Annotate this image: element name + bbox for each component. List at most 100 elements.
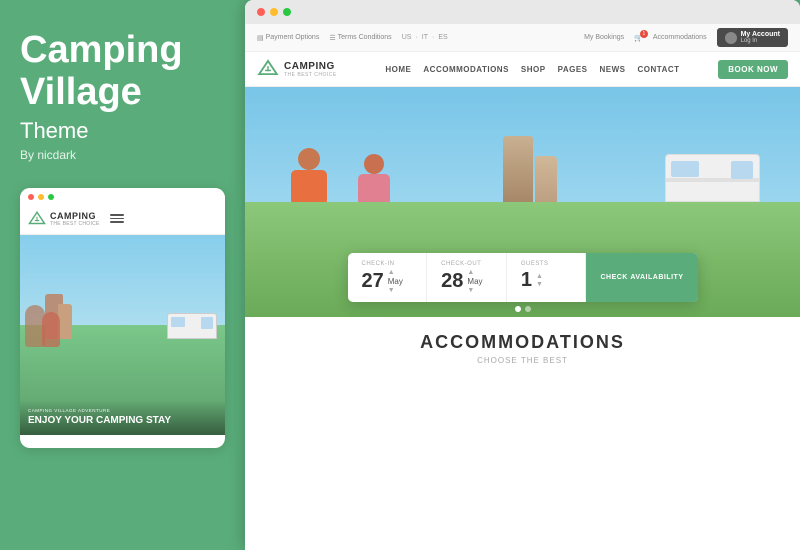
mobile-hero-big-text: ENJOY YOUR CAMPING STAY — [28, 415, 217, 427]
mobile-hamburger-icon[interactable] — [110, 214, 124, 223]
mobile-hero-overlay: CAMPING VILLAGE ADVENTURE ENJOY YOUR CAM… — [20, 400, 225, 435]
checkin-month-arrows: ▲ May ▼ — [388, 269, 403, 294]
mobile-camping-name: CAMPING — [50, 211, 100, 221]
lang-es[interactable]: ES — [438, 34, 447, 42]
my-account-button[interactable]: My Account Log In — [717, 28, 788, 47]
cart-badge: 1 — [640, 30, 648, 38]
checkin-value: 27 ▲ May ▼ — [362, 269, 413, 294]
mobile-nav: CAMPING THE BEST CHOICE — [20, 206, 225, 235]
topbar-right: My Bookings 🛒 1 Accommodations My Accoun… — [584, 28, 788, 47]
rv-stripe — [666, 178, 759, 182]
checkout-day: 28 — [441, 270, 463, 293]
book-now-button[interactable]: BOOK NOW — [718, 60, 788, 79]
brand-theme: Theme — [20, 118, 225, 144]
mobile-camping-text: CAMPING THE BEST CHOICE — [50, 211, 100, 227]
topbar-left: ▤ Payment Options ☰ Terms Conditions US … — [257, 34, 448, 42]
guests-field[interactable]: GUESTS 1 ▲ ▼ — [507, 253, 587, 302]
topbar-payment[interactable]: ▤ Payment Options — [257, 34, 319, 42]
checkin-arrow-down[interactable]: ▼ — [388, 287, 403, 294]
topbar-langs: US · IT · ES — [402, 34, 448, 42]
checkout-month-arrows: ▲ May ▼ — [467, 269, 482, 294]
nav-link-shop[interactable]: SHOP — [521, 65, 546, 74]
payment-icon: ▤ — [257, 34, 264, 42]
nav-link-news[interactable]: NEWS — [600, 65, 626, 74]
mobile-dot-red — [28, 194, 34, 200]
browser-window: ▤ Payment Options ☰ Terms Conditions US … — [245, 0, 800, 550]
guests-arrows: ▲ ▼ — [536, 273, 543, 288]
website-nav: CAMPING THE BEST CHOICE HOME ACCOMMODATI… — [245, 52, 800, 87]
guests-value: 1 ▲ ▼ — [521, 269, 572, 292]
brand-title: Camping Village Theme By nicdark — [20, 30, 225, 162]
browser-dot-green[interactable] — [283, 8, 291, 16]
checkout-arrow-down[interactable]: ▼ — [467, 287, 482, 294]
nav-logo-name: CAMPING — [284, 61, 337, 72]
nav-link-pages[interactable]: PAGES — [558, 65, 588, 74]
mobile-logo-icon — [28, 210, 46, 228]
hero-section: CHECK-IN 27 ▲ May ▼ CHECK-OUT 28 ▲ — [245, 87, 800, 317]
mobile-top-bar — [20, 188, 225, 206]
rv-wheel-rear — [726, 206, 738, 218]
checkin-field[interactable]: CHECK-IN 27 ▲ May ▼ — [348, 253, 428, 302]
guests-arrow-down[interactable]: ▼ — [536, 281, 543, 288]
checkout-month: May — [467, 277, 482, 286]
left-panel: Camping Village Theme By nicdark CAMPING — [0, 0, 245, 550]
hero-dot-1[interactable] — [515, 306, 521, 312]
accommodations-title: ACCOMMODATIONS — [265, 332, 780, 353]
accommodations-topbar-link[interactable]: Accommodations — [653, 34, 707, 41]
booking-widget: CHECK-IN 27 ▲ May ▼ CHECK-OUT 28 ▲ — [348, 253, 698, 302]
checkout-arrow-up[interactable]: ▲ — [467, 269, 482, 276]
hero-rock-tower-2 — [535, 156, 557, 216]
rv-body — [665, 154, 760, 202]
checkin-arrow-up[interactable]: ▲ — [388, 269, 403, 276]
terms-label: Terms Conditions — [338, 34, 392, 41]
cart-icon-wrap[interactable]: 🛒 1 — [634, 34, 643, 42]
nav-link-accommodations[interactable]: ACCOMMODATIONS — [423, 65, 509, 74]
nav-link-contact[interactable]: CONTACT — [638, 65, 680, 74]
my-bookings-link[interactable]: My Bookings — [584, 34, 624, 41]
brand-name-line2: Village — [20, 71, 142, 113]
mobile-hero: CAMPING VILLAGE ADVENTURE ENJOY YOUR CAM… — [20, 235, 225, 435]
rv-wheel-front — [687, 206, 699, 218]
mobile-dot-yellow — [38, 194, 44, 200]
child-figure-2 — [356, 154, 392, 218]
nav-logo: CAMPING THE BEST CHOICE — [257, 58, 337, 80]
check-btn-line2: AVAILABILITY — [630, 273, 683, 282]
payment-label: Payment Options — [266, 34, 320, 41]
mobile-rv — [167, 313, 217, 339]
mobile-preview: CAMPING THE BEST CHOICE — [20, 188, 225, 448]
nav-logo-tagline: THE BEST CHOICE — [284, 72, 337, 78]
rv-wheels — [665, 210, 760, 218]
child-figure-1 — [289, 148, 329, 220]
log-in-label: Log In — [741, 38, 780, 44]
mobile-child2 — [42, 312, 60, 347]
hero-dot-2[interactable] — [525, 306, 531, 312]
nav-link-home[interactable]: HOME — [385, 65, 411, 74]
checkout-field[interactable]: CHECK-OUT 28 ▲ May ▼ — [427, 253, 507, 302]
my-account-label: My Account — [741, 31, 780, 38]
lang-it[interactable]: IT — [422, 34, 428, 42]
mobile-nav-logo: CAMPING THE BEST CHOICE — [28, 210, 100, 228]
topbar-terms[interactable]: ☰ Terms Conditions — [329, 34, 391, 42]
checkout-value: 28 ▲ May ▼ — [441, 269, 492, 294]
guests-num: 1 — [521, 269, 532, 292]
lang-us[interactable]: US — [402, 34, 412, 42]
rv-bottom — [665, 202, 760, 210]
check-btn-line1: CHECK — [600, 273, 627, 282]
hero-rv — [665, 154, 760, 218]
checkin-day: 27 — [362, 270, 384, 293]
checkout-label: CHECK-OUT — [441, 261, 492, 267]
nav-camping-text: CAMPING THE BEST CHOICE — [284, 61, 337, 78]
mobile-dot-green — [48, 194, 54, 200]
check-availability-button[interactable]: CHECK AVAILABILITY — [586, 253, 697, 302]
accommodations-subtitle: CHOOSE THE BEST — [265, 356, 780, 365]
browser-dot-red[interactable] — [257, 8, 265, 16]
hero-slider-dots — [515, 306, 531, 312]
terms-icon: ☰ — [329, 34, 335, 42]
browser-dot-yellow[interactable] — [270, 8, 278, 16]
brand-author: By nicdark — [20, 148, 225, 162]
accommodations-section: ACCOMMODATIONS CHOOSE THE BEST — [245, 317, 800, 380]
checkin-label: CHECK-IN — [362, 261, 413, 267]
mobile-hero-small-text: CAMPING VILLAGE ADVENTURE — [28, 408, 217, 413]
browser-chrome — [245, 0, 800, 24]
guests-arrow-up[interactable]: ▲ — [536, 273, 543, 280]
